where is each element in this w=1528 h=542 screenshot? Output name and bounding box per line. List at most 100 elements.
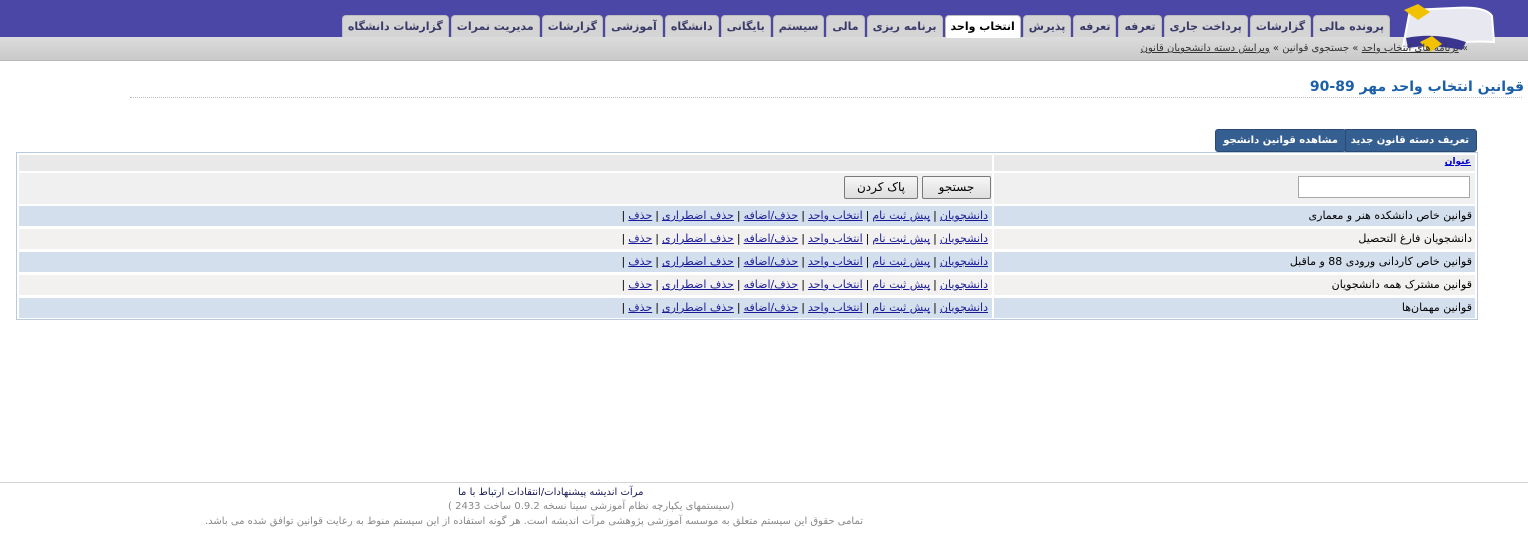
link-separator: | — [655, 278, 659, 291]
row-link-delete[interactable]: حذف — [628, 278, 652, 291]
link-separator: | — [865, 209, 870, 222]
title-search-input[interactable] — [1298, 176, 1470, 198]
row-link-students[interactable]: دانشجویان — [940, 209, 988, 222]
row-link-course-select[interactable]: انتخاب واحد — [808, 255, 863, 268]
breadcrumb-separator: » — [1272, 43, 1280, 54]
main-tabs: پرونده مالی گزارشات پرداخت جاری تعرفه تعرفه پ… — [341, 15, 1390, 38]
row-title: قوانین مهمان‌ها — [1401, 301, 1472, 314]
row-link-emergency-drop[interactable]: حذف اضطراری — [662, 278, 734, 291]
row-link-emergency-drop[interactable]: حذف اضطراری — [662, 301, 734, 314]
row-link-emergency-drop[interactable]: حذف اضطراری — [662, 255, 734, 268]
row-link-delete[interactable]: حذف — [628, 209, 652, 222]
footer-brand-link[interactable]: مرآت اندیشه — [589, 487, 643, 498]
row-link-pre-register[interactable]: پیش ثبت نام — [872, 232, 930, 245]
row-link-delete[interactable]: حذف — [628, 301, 652, 314]
footer-copyright: تمامی حقوق این سیستم متعلق به موسسه آموز… — [205, 516, 864, 527]
row-link-course-select[interactable]: انتخاب واحد — [808, 301, 863, 314]
define-new-rule-group-button[interactable]: تعریف دسته قانون جدید — [1342, 129, 1477, 152]
link-separator: | — [801, 232, 805, 245]
clear-button[interactable]: پاک کردن — [844, 176, 918, 199]
tab-9[interactable]: سیستم — [772, 15, 825, 37]
row-link-students[interactable]: دانشجویان — [940, 301, 988, 314]
row-link-emergency-drop[interactable]: حذف اضطراری — [662, 209, 734, 222]
row-link-add-drop[interactable]: حذف/اضافه — [744, 209, 799, 222]
footer-version: (سیستمهای یکپارچه نظام آموزشی سینا نسخه … — [448, 501, 735, 512]
tab-12[interactable]: آموزشی — [605, 15, 663, 37]
row-actions: دانشجویان|پیش ثبت نام|انتخاب واحد|حذف/اض… — [619, 255, 988, 268]
tab-15[interactable]: گزارشات دانشگاه — [341, 15, 449, 37]
row-title: قوانین خاص دانشکده هنر و معماری — [1308, 209, 1472, 222]
table-row: قوانین خاص کاردانی ورودی 88 و ماقبل دانشج… — [19, 252, 1475, 272]
footer-feedback-link[interactable]: پیشنهادات/انتقادات — [507, 487, 586, 498]
tab-5[interactable]: پذیرش — [1022, 15, 1072, 37]
row-title: قوانین مشترک همه دانشجویان — [1331, 278, 1472, 291]
tab-1[interactable]: گزارشات — [1249, 15, 1312, 37]
table-row: دانشجویان فارغ التحصیل دانشجویان|پیش ثبت … — [19, 229, 1475, 249]
view-student-rules-button[interactable]: مشاهده قوانین دانشجو — [1215, 129, 1346, 152]
link-separator: | — [655, 209, 659, 222]
tab-13[interactable]: گزارشات — [541, 15, 604, 37]
column-separator — [992, 173, 994, 204]
tab-7[interactable]: برنامه ریزی — [866, 15, 943, 37]
tab-10[interactable]: بایگانی — [720, 15, 771, 37]
row-link-pre-register[interactable]: پیش ثبت نام — [872, 255, 930, 268]
link-separator: | — [736, 232, 741, 245]
row-link-course-select[interactable]: انتخاب واحد — [808, 278, 863, 291]
row-link-course-select[interactable]: انتخاب واحد — [808, 232, 863, 245]
tab-6[interactable]: انتخاب واحد — [944, 15, 1021, 38]
row-link-students[interactable]: دانشجویان — [940, 232, 988, 245]
tab-14[interactable]: مدیریت نمرات — [450, 15, 540, 37]
table-row: قوانین خاص دانشکده هنر و معماری دانشجویان… — [19, 206, 1475, 226]
tab-4[interactable]: تعرفه — [1073, 15, 1117, 37]
grid-search-row: جستجو پاک کردن — [19, 173, 1475, 204]
table-row: قوانین مشترک همه دانشجویان دانشجویان|پیش … — [19, 275, 1475, 295]
link-separator: | — [801, 278, 805, 291]
row-link-delete[interactable]: حذف — [628, 232, 652, 245]
row-link-add-drop[interactable]: حذف/اضافه — [744, 278, 799, 291]
table-row: قوانین مهمان‌ها دانشجویان|پیش ثبت نام|انت… — [19, 298, 1475, 318]
tab-0[interactable]: پرونده مالی — [1313, 15, 1390, 37]
breadcrumb-link-edit-group[interactable]: ویرایش دسته دانشجویان قانون — [1141, 43, 1270, 54]
link-separator: | — [736, 209, 741, 222]
link-separator: | — [621, 232, 626, 245]
row-link-add-drop[interactable]: حذف/اضافه — [744, 255, 799, 268]
row-link-emergency-drop[interactable]: حذف اضطراری — [662, 232, 734, 245]
row-link-add-drop[interactable]: حذف/اضافه — [744, 232, 799, 245]
row-actions: دانشجویان|پیش ثبت نام|انتخاب واحد|حذف/اض… — [619, 301, 988, 314]
grid-header: عنوان — [19, 155, 1475, 171]
row-link-students[interactable]: دانشجویان — [940, 278, 988, 291]
link-separator: | — [933, 232, 937, 245]
link-separator: | — [655, 301, 659, 314]
link-separator: | — [621, 301, 626, 314]
title-divider — [130, 97, 1522, 98]
row-link-course-select[interactable]: انتخاب واحد — [808, 209, 863, 222]
search-button[interactable]: جستجو — [922, 176, 991, 199]
tab-8[interactable]: مالی — [826, 15, 865, 37]
tab-11[interactable]: دانشگاه — [664, 15, 719, 37]
footer-links: مرآت اندیشه پیشنهادات/انتقادات ارتباط با… — [458, 487, 644, 498]
footer-contact-link[interactable]: ارتباط با ما — [458, 487, 504, 498]
row-actions: دانشجویان|پیش ثبت نام|انتخاب واحد|حذف/اض… — [619, 209, 988, 222]
link-separator: | — [865, 301, 870, 314]
row-link-students[interactable]: دانشجویان — [940, 255, 988, 268]
column-header-title[interactable]: عنوان — [1445, 157, 1471, 167]
link-separator: | — [621, 255, 626, 268]
link-separator: | — [865, 278, 870, 291]
row-actions: دانشجویان|پیش ثبت نام|انتخاب واحد|حذف/اض… — [619, 278, 988, 291]
tab-2[interactable]: پرداخت جاری — [1163, 15, 1248, 37]
row-link-pre-register[interactable]: پیش ثبت نام — [872, 209, 930, 222]
breadcrumb-link-course-programs[interactable]: برنامه های انتخاب واحد — [1362, 43, 1459, 54]
row-title: دانشجویان فارغ التحصیل — [1358, 232, 1472, 245]
row-link-pre-register[interactable]: پیش ثبت نام — [872, 301, 930, 314]
link-separator: | — [801, 209, 805, 222]
breadcrumb-current-search-rules: جستجوی قوانین — [1282, 43, 1350, 54]
row-link-pre-register[interactable]: پیش ثبت نام — [872, 278, 930, 291]
footer-divider — [0, 482, 1528, 483]
link-separator: | — [933, 255, 937, 268]
row-link-delete[interactable]: حذف — [628, 255, 652, 268]
tab-3[interactable]: تعرفه — [1118, 15, 1162, 37]
link-separator: | — [933, 278, 937, 291]
link-separator: | — [933, 209, 937, 222]
link-separator: | — [621, 209, 626, 222]
row-link-add-drop[interactable]: حذف/اضافه — [744, 301, 799, 314]
